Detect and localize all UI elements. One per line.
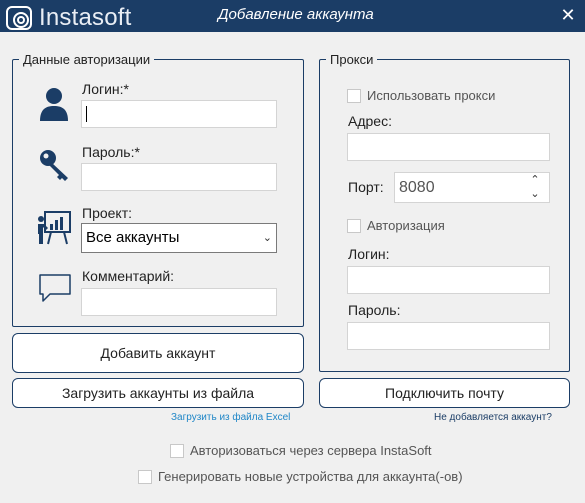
new-devices-label: Генерировать новые устройства для аккаун… [158, 469, 463, 484]
proxy-login-input[interactable] [347, 266, 550, 294]
login-label: Логин:* [82, 81, 129, 97]
server-auth-checkbox-row[interactable]: Авторизоваться через сервера InstaSoft [170, 443, 432, 458]
proxy-address-input[interactable] [347, 133, 550, 161]
text-caret [86, 105, 87, 122]
new-devices-checkbox[interactable] [138, 469, 152, 484]
proxy-password-input[interactable] [347, 322, 550, 350]
connect-mail-button[interactable]: Подключить почту [319, 378, 570, 408]
proxy-auth-checkbox-row[interactable]: Авторизация [347, 218, 445, 233]
instasoft-logo-icon [6, 6, 32, 30]
not-added-help-link[interactable]: Не добавляется аккаунт? [434, 412, 552, 423]
comment-input[interactable] [81, 288, 277, 316]
chevron-down-icon[interactable]: ⌄ [263, 224, 272, 252]
project-selected-value: Все аккаунты [86, 229, 180, 246]
server-auth-label: Авторизоваться через сервера InstaSoft [190, 443, 432, 458]
password-label: Пароль:* [82, 144, 140, 160]
password-input[interactable] [81, 163, 277, 191]
comment-label: Комментарий: [82, 268, 175, 284]
proxy-auth-checkbox[interactable] [347, 218, 361, 233]
use-proxy-checkbox[interactable] [347, 88, 361, 103]
proxy-login-label: Логин: [348, 246, 390, 262]
title-bar: Instasoft Добавление аккаунта ✕ [0, 0, 585, 32]
presentation-icon [38, 211, 71, 245]
chevron-down-icon[interactable]: ⌄ [528, 187, 542, 201]
use-proxy-label: Использовать прокси [367, 88, 496, 103]
load-excel-link[interactable]: Загрузить из файла Excel [171, 412, 290, 423]
login-input[interactable] [81, 100, 277, 128]
user-icon [40, 88, 68, 121]
new-devices-checkbox-row[interactable]: Генерировать новые устройства для аккаун… [138, 469, 463, 484]
project-select[interactable]: Все аккаунты ⌄ [81, 223, 277, 253]
close-icon[interactable]: ✕ [556, 3, 580, 27]
window-title: Добавление аккаунта [218, 6, 374, 23]
server-auth-checkbox[interactable] [170, 443, 184, 458]
key-icon [40, 150, 68, 181]
proxy-password-label: Пароль: [348, 302, 401, 318]
chevron-up-icon[interactable]: ⌃ [528, 173, 542, 187]
proxy-port-label: Порт: [348, 179, 384, 195]
proxy-group-legend: Прокси [330, 52, 374, 67]
use-proxy-checkbox-row[interactable]: Использовать прокси [347, 88, 495, 103]
instasoft-logo: Instasoft [6, 4, 132, 32]
proxy-address-label: Адрес: [348, 113, 392, 129]
load-from-file-button[interactable]: Загрузить аккаунты из файла [12, 378, 304, 408]
port-stepper[interactable]: ⌃ ⌄ [528, 173, 542, 203]
auth-group-legend: Данные авторизации [23, 52, 151, 67]
add-account-button[interactable]: Добавить аккаунт [12, 333, 304, 373]
proxy-auth-label: Авторизация [367, 218, 445, 233]
project-label: Проект: [82, 205, 133, 221]
logo-text: Instasoft [39, 4, 132, 31]
comment-icon [39, 274, 71, 302]
proxy-port-input[interactable]: 8080 [394, 172, 550, 203]
